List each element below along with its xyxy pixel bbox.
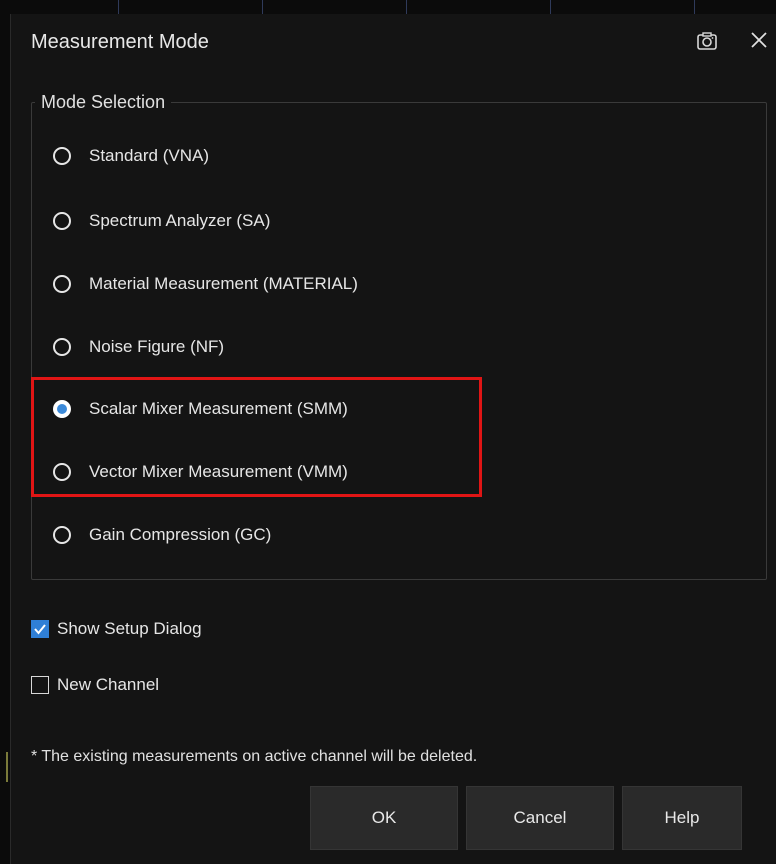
close-icon[interactable] (749, 30, 769, 50)
radio-button[interactable] (53, 212, 71, 230)
radio-label: Standard (VNA) (89, 146, 209, 165)
measurement-mode-dialog: Measurement Mode Mode Selection Standard… (10, 14, 776, 864)
show-setup-dialog-checkbox[interactable] (31, 620, 49, 638)
radio-option-noise-figure[interactable]: Noise Figure (NF) (53, 333, 224, 361)
radio-button[interactable] (53, 275, 71, 293)
trace-marker (6, 752, 8, 782)
radio-option-gain-compression[interactable]: Gain Compression (GC) (53, 521, 271, 549)
radio-option-spectrum-analyzer[interactable]: Spectrum Analyzer (SA) (53, 207, 270, 235)
help-button[interactable]: Help (622, 786, 742, 850)
mode-selection-legend: Mode Selection (35, 92, 172, 113)
radio-button[interactable] (53, 338, 71, 356)
dialog-title: Measurement Mode (31, 31, 209, 53)
radio-label: Noise Figure (NF) (89, 337, 225, 356)
new-channel-label: New Channel (57, 675, 160, 694)
radio-option-material-measurement[interactable]: Material Measurement (MATERIAL) (53, 270, 358, 298)
dialog-titlebar: Measurement Mode (11, 14, 776, 72)
show-setup-dialog-label: Show Setup Dialog (57, 619, 202, 638)
show-setup-dialog-checkbox-row[interactable]: Show Setup Dialog (31, 617, 202, 641)
radio-button[interactable] (53, 147, 71, 165)
warning-note: * The existing measurements on active ch… (31, 748, 478, 765)
radio-button[interactable] (53, 526, 71, 544)
camera-icon[interactable] (697, 32, 717, 50)
checkmark-icon (34, 624, 46, 635)
ok-button[interactable]: OK (310, 786, 458, 850)
radio-label: Material Measurement (MATERIAL) (89, 274, 358, 293)
radio-label: Gain Compression (GC) (89, 525, 272, 544)
new-channel-checkbox[interactable] (31, 676, 49, 694)
radio-option-standard-vna[interactable]: Standard (VNA) (53, 142, 209, 170)
radio-label: Spectrum Analyzer (SA) (89, 211, 271, 230)
annotation-highlight-box (31, 377, 482, 497)
new-channel-checkbox-row[interactable]: New Channel (31, 673, 159, 697)
cancel-button[interactable]: Cancel (466, 786, 614, 850)
